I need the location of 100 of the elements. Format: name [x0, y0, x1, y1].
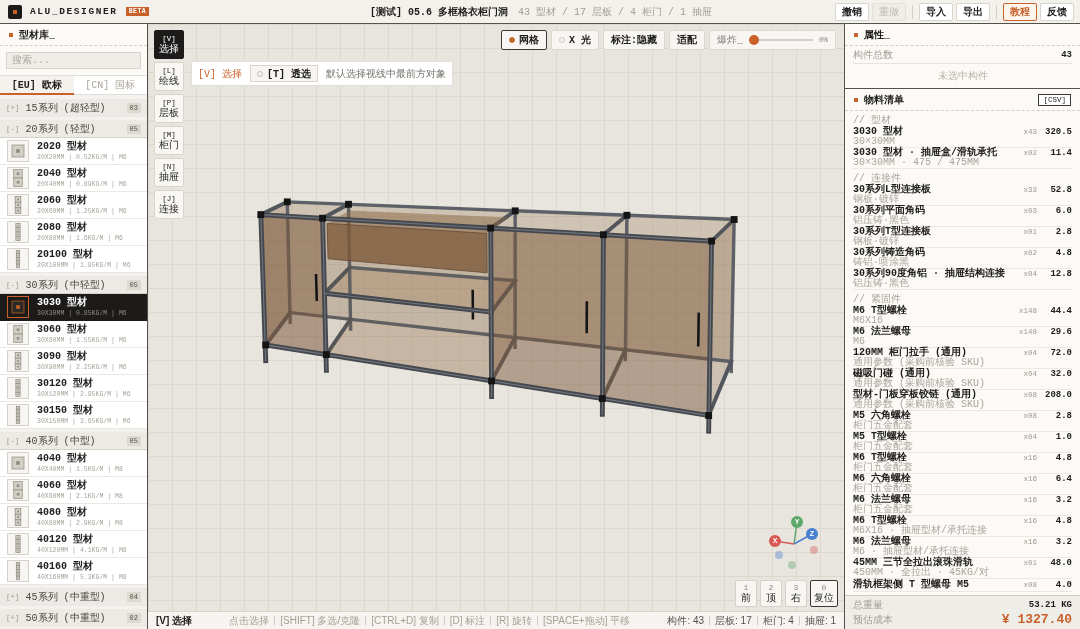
hint-text: 默认选择视线中最前方对象: [326, 67, 447, 81]
property-label: 构件总数: [853, 48, 893, 62]
part-name: M6 法兰螺母: [853, 327, 912, 337]
shortcut-hint: [CTRL+D] 复制: [371, 613, 439, 628]
axis-end-dot[interactable]: [788, 561, 796, 569]
part-spec: 30×30MM: [853, 137, 895, 147]
header-button[interactable]: 教程: [1003, 2, 1037, 21]
part-weight: 4.8: [1054, 453, 1072, 463]
part-weight: 32.0: [1049, 369, 1072, 379]
part-weight: 4.0: [1054, 580, 1072, 590]
part-weight: 1.0: [1054, 432, 1072, 442]
part-name: 3030 型材: [853, 127, 904, 137]
toggle-button[interactable]: X 光: [550, 30, 599, 50]
project-title: [测试] 05.6 多框格衣柜门洞: [369, 5, 508, 19]
total-label: 总重量: [853, 598, 883, 612]
part-weight: 12.8: [1049, 269, 1072, 279]
part-name: 3030 型材 · 抽屉盒/滑轨承托: [853, 148, 998, 158]
part-weight: 208.0: [1044, 390, 1072, 400]
part-weight: 72.0: [1049, 348, 1072, 358]
section-title: // 型材: [853, 114, 892, 126]
view-button[interactable]: 0 复位: [810, 580, 838, 607]
toggle-button[interactable]: [T] 透选: [250, 65, 319, 82]
part-weight: 3.2: [1054, 495, 1072, 505]
series-name: 45系列 (中重型): [25, 590, 106, 604]
profile-section-icon: [7, 506, 29, 528]
part-name: 磁吸门碰 (通用): [853, 369, 931, 379]
slider-label: 爆炸_: [716, 34, 743, 47]
profile-section-icon: [7, 167, 29, 189]
view-button[interactable]: 3 右: [785, 580, 807, 607]
toggle-button[interactable]: 网格: [500, 30, 547, 50]
part-name: M6 T型螺栓: [853, 453, 907, 463]
series-name: 50系列 (中重型): [25, 611, 106, 625]
part-weight: 44.4: [1049, 306, 1072, 316]
count-text: 柜门: 4: [762, 613, 794, 628]
part-weight: 4.8: [1054, 248, 1072, 258]
toolbar-button[interactable]: 标注:隐藏: [602, 30, 665, 50]
part-spec: 铸铝·喷涂黑: [853, 258, 909, 268]
section-title: // 紧固件: [853, 293, 901, 305]
part-spec: 铝压铸·黑色: [853, 216, 909, 226]
part-name: 45MM 三节全拉出滚珠滑轨: [853, 558, 973, 568]
header-button[interactable]: 导出: [956, 2, 990, 21]
total-value: 53.21 KG: [1028, 599, 1072, 610]
part-weight: 48.0: [1049, 558, 1072, 568]
mode-label: [V] 选择: [156, 613, 193, 628]
profile-section-icon: [7, 404, 29, 426]
count-text: 构件: 43: [667, 613, 705, 628]
toolbar-button[interactable]: 适配: [668, 30, 705, 50]
part-name: M5 T型螺栓: [853, 432, 907, 442]
search-field[interactable]: 搜索...: [6, 52, 141, 69]
view-button[interactable]: 2 顶: [760, 580, 782, 607]
part-spec: M6: [853, 337, 866, 347]
axis-end-dot[interactable]: [775, 551, 783, 559]
header-button[interactable]: 导入: [919, 2, 953, 21]
profile-section-icon: [7, 533, 29, 555]
view-button[interactable]: 1 前: [735, 580, 757, 607]
part-weight: 2.8: [1054, 411, 1072, 421]
part-name: M6 六角螺栓: [853, 474, 911, 484]
part-name: M6 法兰螺母: [853, 537, 911, 547]
profile-section-icon: [7, 140, 29, 162]
part-spec: 通用参数 (采购前核验 SKU): [853, 379, 986, 389]
part-name: M5 六角螺栓: [853, 411, 911, 421]
total-value: ¥ 1327.40: [1001, 612, 1072, 627]
series-name: 30系列 (中轻型): [25, 278, 106, 292]
part-name: 30系列90度角铝 · 抽屉结构连接: [853, 269, 1006, 279]
part-spec: M6 · 抽屉型材/承托连接: [853, 547, 969, 557]
property-value: 43: [1061, 49, 1072, 60]
profile-section-icon: [7, 194, 29, 216]
part-weight: 52.8: [1049, 185, 1072, 195]
part-name: 30系列平面角码: [853, 206, 926, 216]
part-spec: 柜门五金配套: [853, 421, 914, 431]
part-spec: 450MM · 全拉出 · 45KG/对: [853, 568, 990, 578]
header-button[interactable]: 反馈: [1040, 2, 1074, 21]
shortcut-hint: [SHIFT] 多选/克隆: [280, 613, 361, 628]
part-spec: M6X16 · 抽屉型材/承托连接: [853, 526, 988, 536]
profile-section-icon: [7, 248, 29, 270]
section-title: // 连接件: [853, 172, 901, 184]
part-name: 滑轨框架侧 T 型螺母 M5: [853, 580, 970, 590]
profile-section-icon: [7, 479, 29, 501]
series-name: 20系列 (轻型): [25, 122, 96, 136]
tab[interactable]: [EU] 欧标: [0, 76, 74, 95]
panel-title: 物料清单: [864, 93, 904, 107]
part-weight: 29.6: [1049, 327, 1072, 337]
part-weight: 6.0: [1054, 206, 1072, 216]
part-weight: 4.8: [1054, 516, 1072, 526]
part-spec: 铝压铸·黑色: [853, 279, 910, 289]
header-button[interactable]: 撤销: [835, 2, 869, 21]
part-name: M6 T型螺栓: [853, 516, 907, 526]
profile-section-icon: [7, 350, 29, 372]
part-name: 30系列T型连接板: [853, 227, 932, 237]
part-name: 120MM 柜门拉手 (通用): [853, 348, 967, 358]
profile-section-icon: [7, 452, 29, 474]
count-text: 抽屉: 1: [804, 613, 836, 628]
slider-thumb[interactable]: [749, 35, 759, 45]
part-spec: 柜门五金配套: [853, 484, 914, 494]
profile-section-icon: [7, 560, 29, 582]
part-spec: 30×30MM · 475 / 475MM: [853, 158, 980, 168]
part-name: 30系列铸造角码: [853, 248, 926, 258]
profile-section-icon: [7, 221, 29, 243]
axis-end-dot[interactable]: [810, 546, 818, 554]
part-weight: 3.2: [1054, 537, 1072, 547]
